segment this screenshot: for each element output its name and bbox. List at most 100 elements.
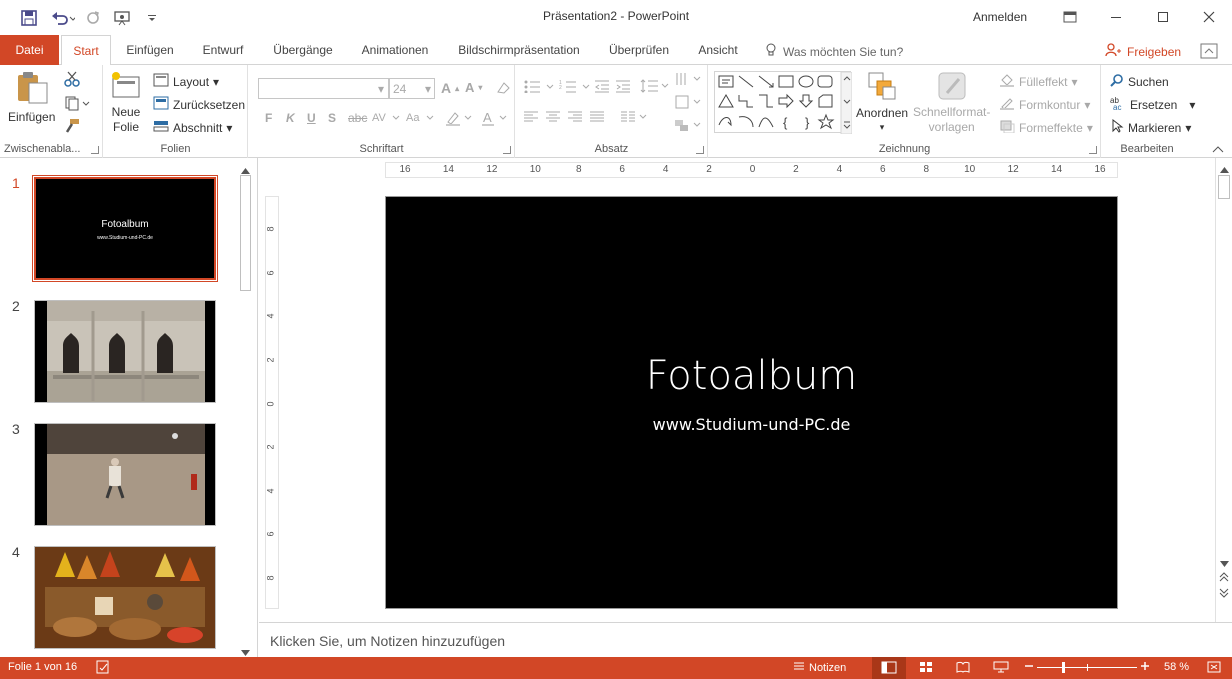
zoom-level[interactable]: 58 %	[1164, 661, 1189, 673]
next-slide-icon[interactable]	[1219, 587, 1229, 601]
justify-icon[interactable]	[589, 111, 605, 123]
scroll-thumb[interactable]	[240, 175, 251, 291]
clear-formatting-icon[interactable]	[496, 80, 510, 94]
shape-effects-button[interactable]: Formeffekte ▾	[999, 119, 1093, 136]
arrange-button[interactable]: Anordnen ▾	[856, 71, 908, 133]
signin-link[interactable]: Anmelden	[973, 10, 1027, 24]
tab-insert[interactable]: Einfügen	[119, 35, 181, 65]
slide-thumbnail-1[interactable]: Fotoalbum www.Studium-und-PC.de	[32, 175, 218, 282]
tab-design[interactable]: Entwurf	[196, 35, 250, 65]
select-button[interactable]: Markieren ▾	[1110, 118, 1191, 136]
close-icon[interactable]	[1195, 7, 1223, 27]
char-spacing-icon[interactable]: AV	[371, 110, 401, 124]
align-left-icon[interactable]	[523, 111, 539, 123]
tab-animations[interactable]: Animationen	[353, 35, 437, 65]
increase-indent-icon[interactable]	[615, 79, 631, 93]
svg-text:A: A	[483, 110, 492, 125]
reading-view-icon[interactable]	[956, 661, 970, 676]
editor-scrollbar[interactable]	[1215, 158, 1232, 622]
align-right-icon[interactable]	[567, 111, 583, 123]
slideshow-icon[interactable]	[993, 661, 1009, 676]
section-button[interactable]: Abschnitt ▾	[153, 119, 232, 136]
slide-subtitle[interactable]: www.Studium-und-PC.de	[386, 415, 1117, 434]
notes-placeholder[interactable]: Klicken Sie, um Notizen hinzuzufügen	[270, 633, 505, 649]
change-case-icon[interactable]: Aa	[405, 110, 435, 124]
notes-button[interactable]: Notizen	[793, 661, 846, 674]
tell-me-search[interactable]: Was möchten Sie tun?	[765, 43, 903, 60]
bullets-icon[interactable]	[523, 79, 555, 93]
zoom-slider-thumb[interactable]	[1062, 662, 1065, 673]
replace-button[interactable]: ab ac Ersetzen ▾	[1110, 96, 1195, 113]
grow-font-icon[interactable]: A ▴	[441, 80, 459, 96]
italic-button[interactable]: K	[286, 111, 295, 125]
layout-button[interactable]: Layout ▾	[153, 73, 219, 90]
previous-slide-icon[interactable]	[1219, 571, 1229, 585]
quick-styles-button[interactable]: Schnellformat- vorlagen	[913, 71, 990, 134]
spellcheck-icon[interactable]	[96, 660, 112, 677]
zoom-slider[interactable]	[1037, 662, 1137, 673]
bold-button[interactable]: F	[265, 111, 272, 125]
format-painter-icon[interactable]	[64, 118, 80, 134]
slide-thumbnail-3[interactable]	[34, 423, 216, 526]
ribbon-collapse-chevron-icon[interactable]	[1212, 145, 1224, 153]
notes-pane[interactable]: Klicken Sie, um Notizen hinzuzufügen	[259, 622, 1232, 657]
highlight-icon[interactable]	[445, 110, 473, 126]
scroll-up-icon[interactable]	[1220, 162, 1229, 176]
scroll-down-icon[interactable]	[1220, 556, 1229, 570]
tab-transitions[interactable]: Übergänge	[265, 35, 341, 65]
decrease-indent-icon[interactable]	[594, 79, 610, 93]
smartart-icon[interactable]	[674, 117, 704, 133]
tab-view[interactable]: Ansicht	[690, 35, 746, 65]
zoom-out-icon[interactable]	[1024, 659, 1034, 676]
font-color-icon[interactable]: A	[481, 110, 509, 126]
cut-icon[interactable]	[64, 71, 80, 87]
underline-button[interactable]: U	[307, 111, 316, 125]
zoom-in-icon[interactable]	[1140, 659, 1150, 676]
slide-number: 1	[12, 175, 20, 191]
reset-button[interactable]: Zurücksetzen	[153, 96, 245, 113]
paragraph-launcher-icon[interactable]	[696, 146, 704, 154]
shrink-font-icon[interactable]: A ▾	[465, 80, 482, 95]
normal-view-icon[interactable]	[872, 657, 906, 679]
text-direction-icon[interactable]	[674, 71, 704, 87]
shape-fill-button[interactable]: Fülleffekt ▾	[999, 73, 1078, 90]
align-center-icon[interactable]	[545, 111, 561, 123]
share-button[interactable]: Freigeben	[1105, 43, 1181, 60]
font-launcher-icon[interactable]	[503, 146, 511, 154]
slide-thumbnail-4[interactable]	[34, 546, 216, 649]
shadow-button[interactable]: S	[328, 111, 336, 125]
shape-outline-button[interactable]: Formkontur ▾	[999, 96, 1090, 113]
slide-number: 2	[12, 298, 20, 314]
numbering-icon[interactable]: 12	[559, 79, 591, 93]
strikethrough-button[interactable]: abc	[348, 111, 367, 125]
slide-sorter-icon[interactable]	[919, 661, 933, 676]
ribbon-display-options-icon[interactable]	[1056, 7, 1084, 27]
shapes-gallery[interactable]: { }	[714, 71, 853, 135]
tab-home[interactable]: Start	[61, 35, 111, 66]
new-slide-button[interactable]: Neue Folie	[110, 71, 142, 134]
drawing-launcher-icon[interactable]	[1089, 146, 1097, 154]
font-size-field[interactable]: 24 ▾	[389, 78, 435, 99]
font-name-field[interactable]: ▾	[258, 78, 389, 99]
fit-to-window-icon[interactable]	[1206, 660, 1222, 677]
align-text-icon[interactable]	[674, 94, 704, 110]
maximize-icon[interactable]	[1149, 7, 1177, 27]
find-button[interactable]: Suchen	[1110, 73, 1169, 90]
tab-file[interactable]: Datei	[0, 35, 59, 65]
columns-icon[interactable]	[620, 111, 648, 123]
paste-button[interactable]: Einfügen	[8, 71, 55, 124]
copy-icon[interactable]	[64, 95, 90, 111]
tab-slideshow[interactable]: Bildschirmpräsentation	[452, 35, 586, 65]
tab-review[interactable]: Überprüfen	[603, 35, 675, 65]
slides-label: Folien	[160, 143, 191, 155]
minimize-icon[interactable]	[1102, 7, 1130, 27]
slide-canvas[interactable]: Fotoalbum www.Studium-und-PC.de	[385, 196, 1118, 609]
slide-thumbnail-2[interactable]	[34, 300, 216, 403]
scroll-thumb[interactable]	[1218, 175, 1230, 199]
thumbnail-scrollbar[interactable]	[237, 158, 254, 657]
collapse-ribbon-icon[interactable]	[1200, 43, 1218, 62]
slide-title[interactable]: Fotoalbum	[386, 353, 1117, 399]
clipboard-launcher-icon[interactable]	[91, 146, 99, 154]
quick-styles-icon	[937, 71, 967, 104]
line-spacing-icon[interactable]	[640, 78, 670, 94]
